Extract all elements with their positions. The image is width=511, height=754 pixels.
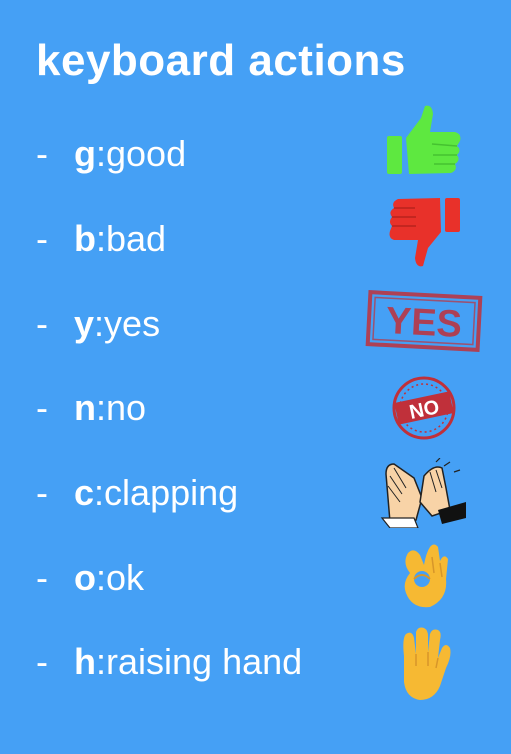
list-dash: - xyxy=(36,557,48,598)
shortcut-separator: : xyxy=(96,557,107,598)
shortcut-key: h xyxy=(74,641,96,682)
page-title: keyboard actions xyxy=(36,36,406,85)
action-label: raising hand xyxy=(106,641,303,682)
shortcut-key: g xyxy=(74,133,96,174)
action-label: good xyxy=(106,133,187,174)
shortcut-separator: : xyxy=(96,133,107,174)
shortcut-key: b xyxy=(74,218,96,259)
list-dash: - xyxy=(36,641,48,682)
shortcut-separator: : xyxy=(96,218,107,259)
action-label: ok xyxy=(106,557,145,598)
clapping-hands-icon xyxy=(380,458,470,528)
shortcut-separator: : xyxy=(96,641,107,682)
shortcut-key: o xyxy=(74,557,96,598)
no-stamp-icon: NO xyxy=(391,375,457,441)
list-dash: - xyxy=(36,472,48,513)
shortcut-key: c xyxy=(74,472,95,513)
thumbs-up-icon xyxy=(385,104,463,176)
raised-hand-icon xyxy=(396,626,454,702)
list-dash: - xyxy=(36,387,48,428)
no-stamp-text: NO xyxy=(407,396,441,424)
shortcut-separator: : xyxy=(94,472,105,513)
action-label: bad xyxy=(106,218,167,259)
ok-hand-icon xyxy=(398,543,450,611)
yes-stamp-text: YES xyxy=(385,300,463,346)
action-label: clapping xyxy=(104,472,239,513)
action-label: no xyxy=(106,387,147,428)
action-label: yes xyxy=(104,303,161,344)
shortcut-separator: : xyxy=(96,387,107,428)
shortcut-separator: : xyxy=(94,303,105,344)
list-dash: - xyxy=(36,303,48,344)
shortcut-key: y xyxy=(74,303,95,344)
list-dash: - xyxy=(36,133,48,174)
shortcut-key: n xyxy=(74,387,96,428)
list-dash: - xyxy=(36,218,48,259)
thumbs-down-icon xyxy=(388,196,462,268)
yes-stamp-icon: YES xyxy=(365,289,483,353)
